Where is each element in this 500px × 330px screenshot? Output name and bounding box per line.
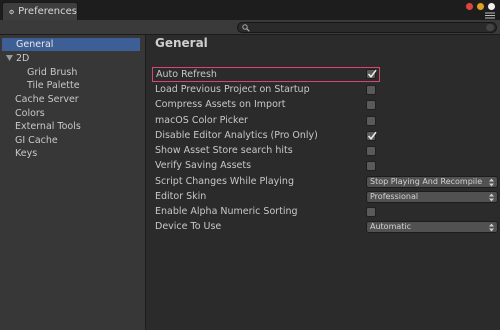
page-title: General	[155, 36, 208, 50]
dropdown-value: Professional	[370, 192, 419, 201]
sidebar-item-label: 2D	[16, 53, 30, 64]
sidebar-item-colors[interactable]: Colors	[2, 107, 140, 120]
sidebar-item-keys[interactable]: Keys	[2, 147, 140, 160]
setting-script-changes-while-playing: Script Changes While Playing Stop Playin…	[152, 175, 498, 189]
setting-editor-skin: Editor Skin Professional	[152, 190, 498, 204]
setting-label: Verify Saving Assets	[155, 160, 252, 171]
sidebar: General 2D Grid Brush Tile Palette Cache…	[0, 35, 146, 330]
macos-color-picker-checkbox[interactable]	[366, 116, 376, 126]
sidebar-item-label: Keys	[15, 148, 38, 159]
search-input[interactable]	[252, 23, 482, 32]
setting-label: Compress Assets on Import	[155, 99, 286, 110]
auto-refresh-checkbox[interactable]	[366, 69, 377, 79]
setting-label: macOS Color Picker	[155, 115, 248, 126]
gear-icon	[9, 9, 15, 14]
checkmark-icon	[367, 131, 377, 141]
fold-arrow-icon[interactable]	[6, 55, 13, 61]
load-previous-project-checkbox[interactable]	[366, 85, 376, 95]
setting-load-previous-project: Load Previous Project on Startup	[152, 83, 497, 97]
setting-device-to-use: Device To Use Automatic	[152, 220, 498, 234]
dropdown-arrow-icon	[489, 193, 494, 202]
setting-auto-refresh: Auto Refresh	[152, 67, 380, 82]
setting-alpha-numeric-sorting: Enable Alpha Numeric Sorting	[152, 205, 497, 219]
setting-label: Editor Skin	[155, 191, 207, 202]
setting-label: Disable Editor Analytics (Pro Only)	[155, 130, 318, 141]
setting-verify-saving-assets: Verify Saving Assets	[152, 159, 497, 173]
dropdown-arrow-icon	[489, 178, 494, 187]
search-cancel-icon[interactable]	[486, 24, 494, 31]
setting-label: Auto Refresh	[156, 69, 217, 80]
sidebar-item-label: Cache Server	[15, 94, 79, 105]
show-asset-store-hits-checkbox[interactable]	[366, 146, 376, 156]
editor-skin-dropdown[interactable]: Professional	[366, 191, 498, 203]
sidebar-item-tile-palette[interactable]: Tile Palette	[2, 79, 140, 92]
sidebar-item-label: Colors	[15, 108, 45, 119]
compress-assets-checkbox[interactable]	[366, 100, 376, 110]
setting-disable-editor-analytics: Disable Editor Analytics (Pro Only)	[152, 129, 497, 143]
sidebar-item-grid-brush[interactable]: Grid Brush	[2, 66, 140, 79]
sidebar-item-label: Tile Palette	[27, 80, 80, 91]
verify-saving-assets-checkbox[interactable]	[366, 161, 376, 171]
setting-compress-assets: Compress Assets on Import	[152, 98, 497, 112]
setting-label: Device To Use	[155, 221, 222, 232]
window-controls	[465, 2, 496, 11]
search-field[interactable]	[237, 22, 497, 33]
search-icon	[242, 24, 250, 32]
sidebar-item-gi-cache[interactable]: GI Cache	[2, 134, 140, 147]
sidebar-item-label: External Tools	[15, 121, 81, 132]
sidebar-item-label: GI Cache	[15, 135, 58, 146]
window-menu-icon[interactable]	[484, 12, 496, 19]
sidebar-item-2d[interactable]: 2D	[2, 52, 140, 65]
sidebar-item-label: General	[16, 39, 54, 50]
setting-label: Load Previous Project on Startup	[155, 84, 310, 95]
setting-macos-color-picker: macOS Color Picker	[152, 114, 497, 128]
script-changes-dropdown[interactable]: Stop Playing And Recompile	[366, 176, 498, 188]
setting-show-asset-store-hits: Show Asset Store search hits	[152, 144, 497, 158]
setting-label: Enable Alpha Numeric Sorting	[155, 206, 298, 217]
minimize-button[interactable]	[476, 2, 485, 11]
sidebar-item-cache-server[interactable]: Cache Server	[2, 93, 140, 106]
sidebar-item-label: Grid Brush	[27, 67, 78, 78]
dropdown-value: Automatic	[370, 222, 412, 231]
checkmark-icon	[367, 69, 377, 79]
device-to-use-dropdown[interactable]: Automatic	[366, 221, 498, 233]
window-title: Preferences	[18, 6, 77, 17]
dropdown-value: Stop Playing And Recompile	[370, 177, 483, 186]
sidebar-item-general[interactable]: General	[2, 38, 140, 51]
preferences-tab[interactable]: Preferences	[2, 2, 78, 20]
alpha-numeric-sorting-checkbox[interactable]	[366, 207, 376, 217]
dropdown-arrow-icon	[489, 223, 494, 232]
title-bar: Preferences	[0, 0, 500, 21]
setting-label: Show Asset Store search hits	[155, 145, 293, 156]
setting-label: Script Changes While Playing	[155, 176, 294, 187]
disable-editor-analytics-checkbox[interactable]	[366, 131, 377, 141]
maximize-button[interactable]	[487, 2, 496, 11]
close-button[interactable]	[465, 2, 474, 11]
sidebar-item-external-tools[interactable]: External Tools	[2, 120, 140, 133]
